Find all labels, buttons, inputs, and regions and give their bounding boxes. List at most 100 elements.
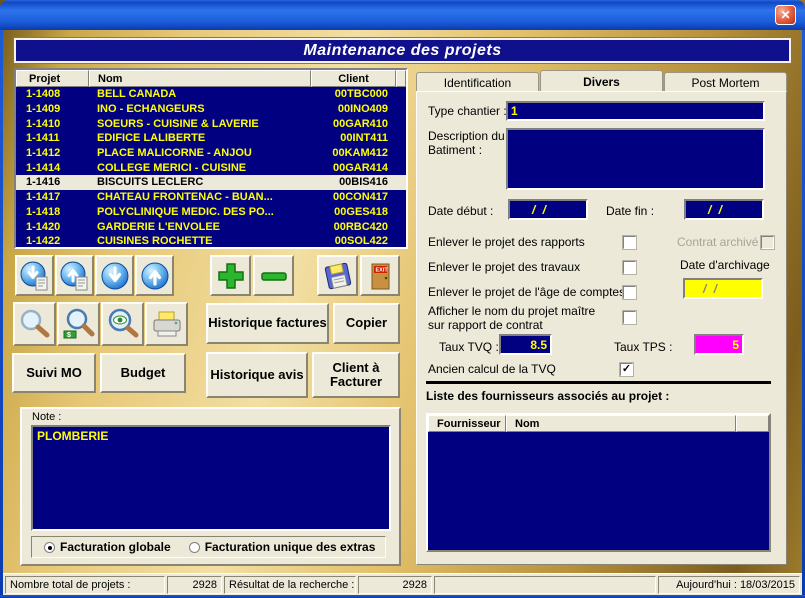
exit-button[interactable]: EXIT: [360, 255, 400, 296]
tab-identification-label: Identification: [444, 76, 511, 90]
project-number: 1-1408: [16, 88, 89, 100]
project-client: 00INT411: [311, 132, 396, 144]
project-name: SOEURS - CUISINE & LAVERIE: [89, 118, 311, 130]
date-fin-input[interactable]: / /: [684, 199, 764, 220]
project-number: 1-1412: [16, 147, 89, 159]
description-batiment-textarea[interactable]: [506, 128, 765, 190]
nav-last-with-doc-button[interactable]: [15, 255, 54, 296]
project-name: GARDERIE L'ENVOLEE: [89, 221, 311, 233]
historique-avis-label: Historique avis: [210, 368, 303, 382]
date-debut-input[interactable]: / /: [508, 199, 588, 220]
project-row[interactable]: 1-1420 GARDERIE L'ENVOLEE 00RBC420: [16, 219, 406, 234]
taux-tps-input[interactable]: 5: [694, 334, 744, 355]
note-textarea[interactable]: PLOMBERIE: [31, 425, 391, 531]
column-header-projet[interactable]: Projet: [16, 70, 89, 87]
tab-post-mortem[interactable]: Post Mortem: [664, 72, 787, 92]
project-list: Projet Nom Client 1-1408 BELL CANADA 00T…: [14, 68, 408, 249]
project-row[interactable]: 1-1411 EDIFICE LALIBERTE 00INT411: [16, 131, 406, 146]
project-name: CUISINES ROCHETTE: [89, 235, 311, 247]
nav-previous-button[interactable]: [135, 255, 174, 296]
radio-icon: [44, 542, 55, 553]
nav-next-button[interactable]: [95, 255, 134, 296]
nav-first-with-doc-button[interactable]: [55, 255, 94, 296]
column-header-stub: [396, 70, 406, 87]
project-list-body: 1-1408 BELL CANADA 00TBC000 1-1409 INO -…: [16, 87, 406, 247]
historique-avis-button[interactable]: Historique avis: [206, 352, 308, 398]
facturation-unique-label: Facturation unique des extras: [205, 540, 376, 554]
project-number: 1-1418: [16, 206, 89, 218]
project-name: INO - ECHANGEURS: [89, 103, 311, 115]
historique-factures-button[interactable]: Historique factures: [206, 303, 329, 344]
search-button[interactable]: [13, 302, 56, 346]
project-row[interactable]: 1-1412 PLACE MALICORNE - ANJOU 00KAM412: [16, 146, 406, 161]
page-title-banner: Maintenance des projets: [14, 38, 791, 63]
search-view-button[interactable]: [101, 302, 144, 346]
date-archivage-input[interactable]: / /: [683, 278, 763, 299]
radio-icon: [189, 542, 200, 553]
budget-button[interactable]: Budget: [100, 353, 186, 393]
project-row[interactable]: 1-1417 CHATEAU FRONTENAC - BUAN... 00CON…: [16, 190, 406, 205]
radio-facturation-globale[interactable]: Facturation globale: [44, 540, 171, 554]
date-fin-label: Date fin :: [606, 204, 654, 218]
taux-tvq-input[interactable]: 8.5: [499, 334, 552, 355]
close-button[interactable]: ✕: [775, 5, 796, 25]
facturation-options: Facturation globale Facturation unique d…: [31, 536, 386, 558]
project-row[interactable]: 1-1418 POLYCLINIQUE MEDIC. DES PO... 00G…: [16, 205, 406, 220]
column-header-client[interactable]: Client: [311, 70, 396, 87]
fournisseurs-list: Fournisseur Nom: [426, 413, 771, 552]
project-name: BELL CANADA: [89, 88, 311, 100]
status-recherche-value: 2928: [358, 576, 432, 594]
project-client: 00GAR414: [311, 162, 396, 174]
tab-post-mortem-label: Post Mortem: [691, 76, 759, 90]
projet-maitre-checkbox[interactable]: [623, 311, 636, 324]
ancien-calcul-checkbox[interactable]: [620, 363, 633, 376]
enlever-rapports-label: Enlever le projet des rapports: [428, 235, 585, 249]
titlebar: ✕: [0, 0, 805, 30]
project-row[interactable]: 1-1410 SOEURS - CUISINE & LAVERIE 00GAR4…: [16, 116, 406, 131]
copier-button[interactable]: Copier: [333, 303, 400, 344]
type-chantier-label: Type chantier :: [428, 104, 507, 118]
date-archivage-label: Date d'archivage: [680, 258, 770, 272]
enlever-rapports-checkbox[interactable]: [623, 236, 636, 249]
minus-icon: [259, 261, 289, 291]
enlever-age-comptes-label: Enlever le projet de l'âge de comptes: [428, 285, 625, 299]
ancien-calcul-label: Ancien calcul de la TVQ: [428, 362, 556, 376]
column-header-fournisseur[interactable]: Fournisseur: [428, 415, 506, 432]
tab-identification[interactable]: Identification: [416, 72, 539, 92]
tab-page-divers: Type chantier : 1 Description du Batimen…: [416, 91, 787, 565]
projet-maitre-label: Afficher le nom du projet maître sur rap…: [428, 304, 613, 332]
client-a-facturer-button[interactable]: Client à Facturer: [312, 352, 400, 398]
svg-text:$: $: [67, 332, 71, 339]
project-row[interactable]: 1-1422 CUISINES ROCHETTE 00SOL422: [16, 234, 406, 249]
project-client: 00SOL422: [311, 235, 396, 247]
radio-facturation-unique[interactable]: Facturation unique des extras: [189, 540, 376, 554]
statusbar: Nombre total de projets : 2928 Résultat …: [3, 573, 802, 595]
project-row[interactable]: 1-1416 BISCUITS LECLERC 00BIS416: [16, 175, 406, 190]
column-header-nom[interactable]: Nom: [89, 70, 311, 87]
svg-text:EXIT: EXIT: [376, 267, 389, 273]
project-client: 00CON417: [311, 191, 396, 203]
suivi-mo-button[interactable]: Suivi MO: [12, 353, 96, 393]
search-money-button[interactable]: $: [57, 302, 100, 346]
type-chantier-input[interactable]: 1: [506, 101, 765, 121]
project-number: 1-1410: [16, 118, 89, 130]
save-button[interactable]: [317, 255, 358, 296]
tab-divers[interactable]: Divers: [540, 70, 663, 92]
remove-project-button[interactable]: [253, 255, 294, 296]
enlever-travaux-checkbox[interactable]: [623, 261, 636, 274]
exit-door-icon: EXIT: [365, 260, 395, 292]
nav-last-with-doc-icon: [19, 260, 51, 292]
printer-icon: [150, 307, 184, 341]
project-name: BISCUITS LECLERC: [89, 176, 311, 188]
add-project-button[interactable]: [210, 255, 251, 296]
project-name: COLLEGE MERICI - CUISINE: [89, 162, 311, 174]
enlever-age-comptes-checkbox[interactable]: [623, 286, 636, 299]
project-row[interactable]: 1-1408 BELL CANADA 00TBC000: [16, 87, 406, 102]
window-border-left: [0, 30, 3, 598]
print-button[interactable]: [145, 302, 188, 346]
project-row[interactable]: 1-1414 COLLEGE MERICI - CUISINE 00GAR414: [16, 160, 406, 175]
client-a-facturer-label: Client à Facturer: [321, 361, 391, 390]
project-row[interactable]: 1-1409 INO - ECHANGEURS 00INO409: [16, 102, 406, 117]
column-header-fournisseur-nom[interactable]: Nom: [506, 415, 736, 432]
project-name: EDIFICE LALIBERTE: [89, 132, 311, 144]
